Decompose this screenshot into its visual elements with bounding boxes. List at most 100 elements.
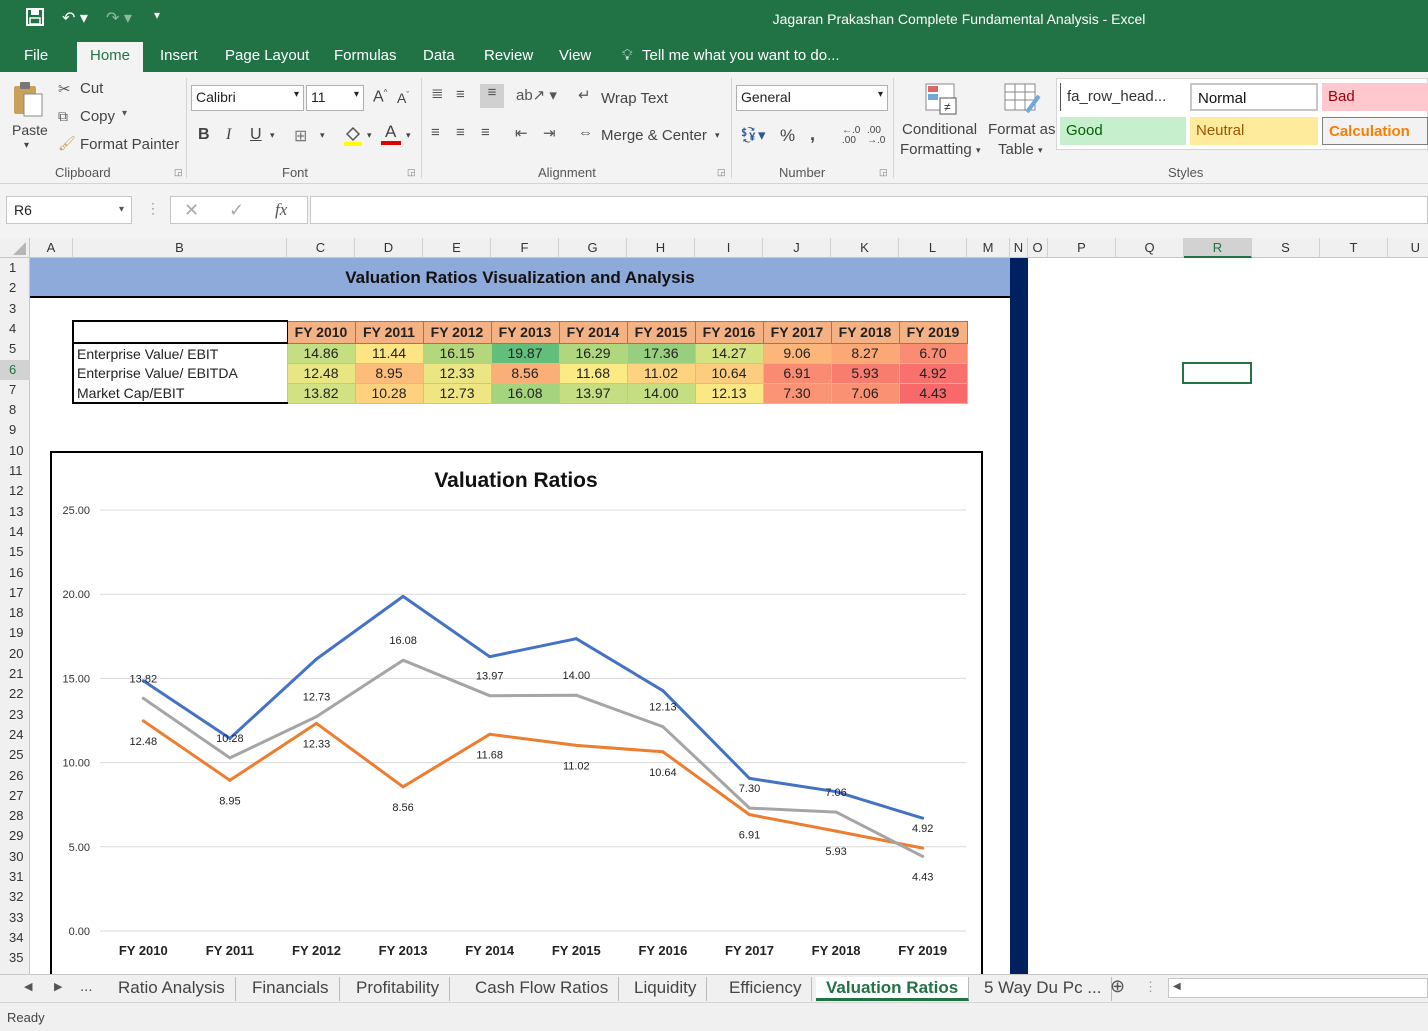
tab-formulas[interactable]: Formulas [334, 47, 397, 64]
value-cell[interactable]: 10.64 [694, 362, 764, 384]
number-launcher-icon[interactable]: ◲ [879, 167, 888, 178]
tell-me-box[interactable]: Tell me what you want to do... [642, 47, 840, 64]
conditional-formatting-button[interactable]: Conditional [902, 121, 977, 138]
format-as-table-dropdown-icon[interactable]: ▾ [1038, 145, 1043, 156]
tab-data[interactable]: Data [423, 47, 455, 64]
value-cell[interactable]: 11.68 [558, 362, 628, 384]
row-header[interactable]: 1 [0, 258, 30, 278]
col-header-l[interactable]: L [899, 238, 967, 258]
fill-color-icon[interactable] [342, 124, 364, 146]
italic-button[interactable]: I [226, 126, 231, 144]
scroll-tabs-right-icon[interactable]: ▶ [54, 980, 62, 993]
row-header[interactable]: 28 [0, 806, 30, 826]
merge-dropdown-icon[interactable]: ▾ [715, 130, 720, 141]
row-header[interactable]: 26 [0, 766, 30, 786]
row-header[interactable]: 12 [0, 481, 30, 501]
col-header-g[interactable]: G [559, 238, 627, 258]
wrap-text-button[interactable]: Wrap Text [601, 90, 668, 107]
clipboard-launcher-icon[interactable]: ◲ [174, 167, 183, 178]
row-header[interactable]: 10 [0, 441, 30, 461]
orientation-icon[interactable]: ab↗ ▾ [516, 86, 557, 104]
year-header-cell[interactable]: FY 2010 [286, 320, 356, 344]
row-header[interactable]: 8 [0, 400, 30, 420]
value-cell[interactable]: 12.13 [694, 382, 764, 404]
new-sheet-icon[interactable]: ⊕ [1110, 976, 1125, 997]
year-header-cell[interactable]: FY 2013 [490, 320, 560, 344]
align-middle-icon[interactable]: ≡ [456, 86, 465, 103]
col-header-q[interactable]: Q [1116, 238, 1184, 258]
increase-decimal-icon[interactable]: ←.0.00 [842, 126, 860, 146]
align-left-icon[interactable]: ≡ [431, 124, 440, 141]
sheet-tab[interactable]: Liquidity [624, 977, 708, 1001]
fill-color-dropdown-icon[interactable]: ▾ [367, 130, 372, 141]
value-cell[interactable]: 13.82 [286, 382, 356, 404]
paste-icon[interactable] [10, 80, 46, 118]
col-header-s[interactable]: S [1252, 238, 1320, 258]
col-header-o[interactable]: O [1028, 238, 1048, 258]
year-header-cell[interactable]: FY 2014 [558, 320, 628, 344]
value-cell[interactable]: 12.73 [422, 382, 492, 404]
value-cell[interactable]: 7.30 [762, 382, 832, 404]
decrease-indent-icon[interactable]: ⇤ [515, 124, 528, 142]
row-header[interactable]: 31 [0, 867, 30, 887]
row-header[interactable]: 22 [0, 684, 30, 704]
row-header[interactable]: 9 [0, 420, 30, 440]
row-header[interactable]: 19 [0, 623, 30, 643]
value-cell[interactable]: 12.48 [286, 362, 356, 384]
valuation-ratios-chart[interactable]: Valuation Ratios 0.00 5.00 10.00 15.00 20.00 2… [50, 451, 983, 974]
font-launcher-icon[interactable]: ◲ [407, 167, 416, 178]
year-header-cell[interactable]: FY 2011 [354, 320, 424, 344]
tab-view[interactable]: View [559, 47, 591, 64]
col-header-k[interactable]: K [831, 238, 899, 258]
col-header-n[interactable]: N [1010, 238, 1028, 258]
font-name-combo[interactable]: Calibri ▾ [191, 85, 304, 111]
row-header[interactable]: 35 [0, 948, 30, 968]
enter-icon[interactable]: ✓ [229, 200, 244, 221]
year-header-cell[interactable]: FY 2018 [830, 320, 900, 344]
year-header-cell[interactable]: FY 2015 [626, 320, 696, 344]
year-header-cell[interactable]: FY 2016 [694, 320, 764, 344]
value-cell[interactable]: 17.36 [626, 342, 696, 364]
format-painter-button[interactable]: Format Painter [80, 136, 179, 153]
worksheet[interactable]: Valuation Ratios Visualization and Analy… [30, 258, 1428, 974]
sheet-tab[interactable]: Cash Flow Ratios [465, 977, 620, 1001]
row-header[interactable]: 5 [0, 339, 30, 359]
style-good[interactable]: Good [1060, 117, 1186, 145]
borders-dropdown-icon[interactable]: ▾ [320, 130, 325, 141]
horizontal-scrollbar[interactable]: ◀ [1168, 978, 1428, 998]
tab-page-layout[interactable]: Page Layout [225, 47, 309, 64]
tab-review[interactable]: Review [484, 47, 533, 64]
borders-icon[interactable]: ⊞ [294, 126, 307, 146]
scroll-left-icon[interactable]: ◀ [1173, 981, 1181, 992]
col-header-m[interactable]: M [967, 238, 1010, 258]
value-cell[interactable]: 11.44 [354, 342, 424, 364]
more-tabs-button[interactable]: ... [80, 978, 93, 995]
copy-dropdown-icon[interactable]: ▾ [122, 108, 127, 119]
comma-style-button[interactable]: , [810, 124, 815, 145]
value-cell[interactable]: 5.93 [830, 362, 900, 384]
percent-style-button[interactable]: % [780, 126, 795, 146]
col-header-h[interactable]: H [627, 238, 695, 258]
number-format-combo[interactable]: General ▾ [736, 85, 888, 111]
tab-home[interactable]: Home [77, 42, 144, 72]
style-neutral[interactable]: Neutral [1190, 117, 1318, 145]
select-all-corner[interactable] [0, 238, 30, 258]
table-corner-cell[interactable] [72, 320, 288, 344]
formula-input[interactable] [310, 196, 1428, 224]
col-header-p[interactable]: P [1048, 238, 1116, 258]
col-header-b[interactable]: B [73, 238, 287, 258]
copy-button[interactable]: Copy [80, 108, 115, 125]
row-header[interactable]: 18 [0, 603, 30, 623]
row-header[interactable]: 20 [0, 644, 30, 664]
alignment-launcher-icon[interactable]: ◲ [717, 167, 726, 178]
sheet-tab[interactable]: Efficiency [719, 977, 813, 1001]
col-header-r[interactable]: R [1184, 238, 1252, 258]
row-header[interactable]: 11 [0, 461, 30, 481]
row-header[interactable]: 17 [0, 583, 30, 603]
year-header-cell[interactable]: FY 2017 [762, 320, 832, 344]
value-cell[interactable]: 4.92 [898, 362, 968, 384]
value-cell[interactable]: 14.27 [694, 342, 764, 364]
font-size-combo[interactable]: 11 ▾ [306, 85, 364, 111]
row-label-cell[interactable]: Market Cap/EBIT [72, 383, 287, 404]
row-header[interactable]: 16 [0, 563, 30, 583]
